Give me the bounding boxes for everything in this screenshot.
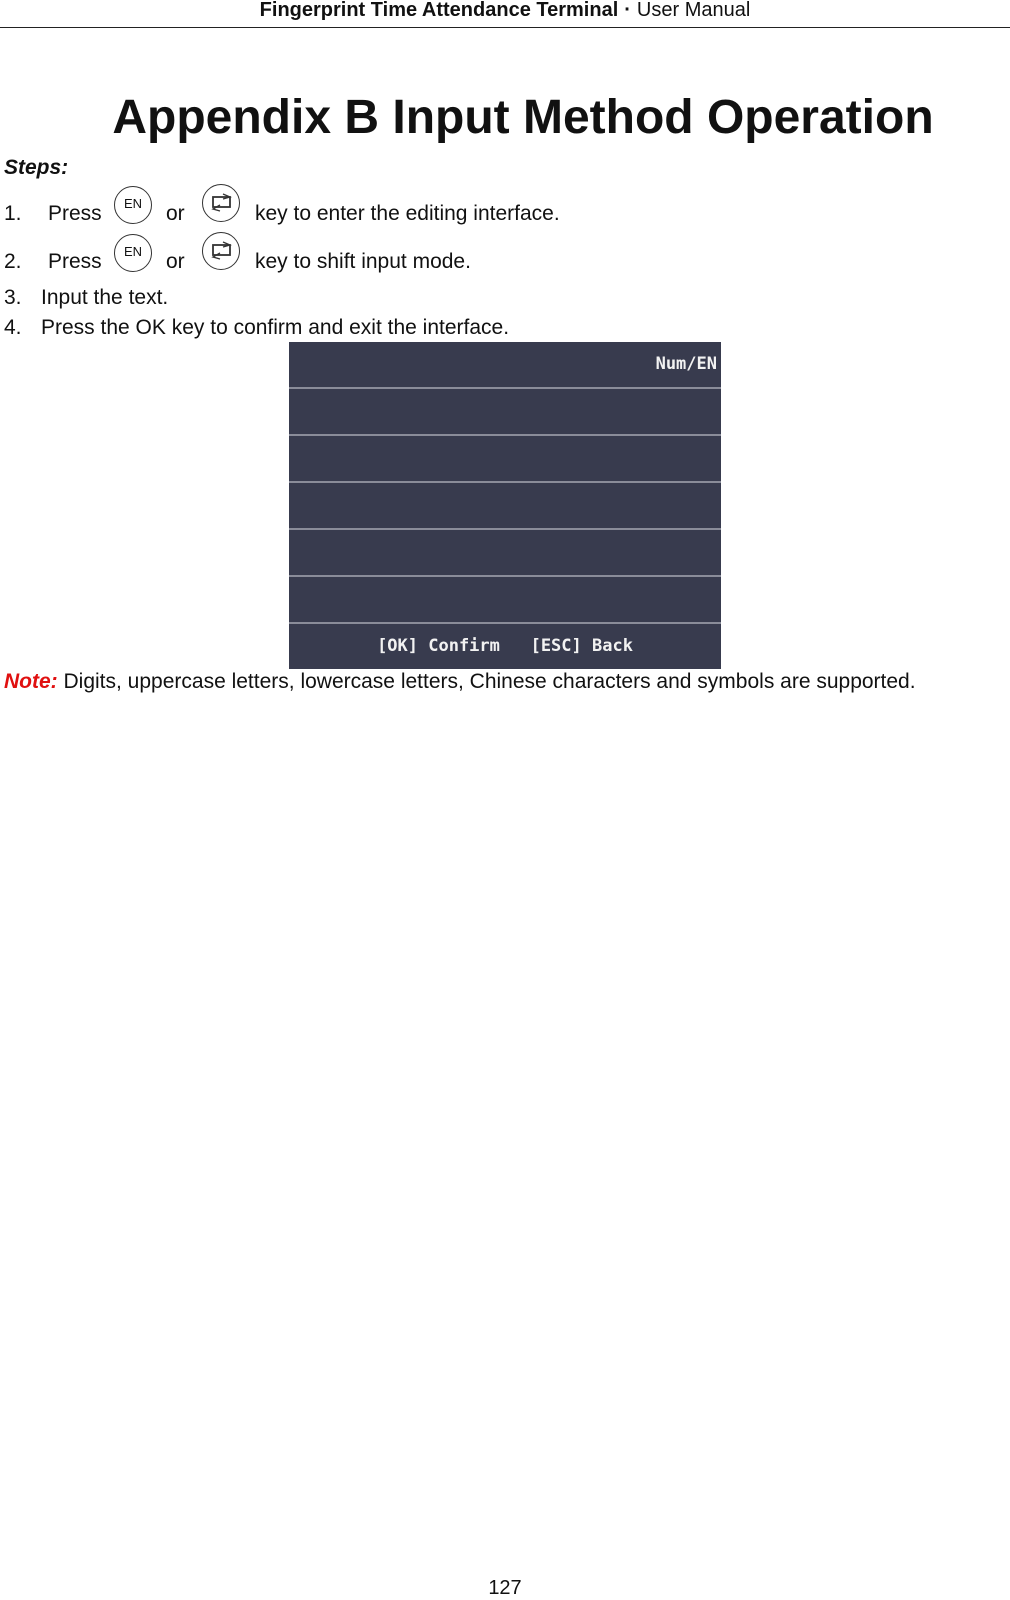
- page-title: Appendix B Input Method Operation: [112, 91, 934, 144]
- step-2-or: or: [166, 250, 185, 273]
- step-text-pre: Press: [48, 202, 102, 225]
- step-number: 3.: [4, 286, 22, 309]
- header-section: User Manual: [636, 0, 751, 21]
- screen-footer-hint: [OK] Confirm [ESC] Back: [377, 636, 633, 656]
- switch-key-icon: [202, 184, 240, 222]
- screen-input-row: [289, 530, 721, 577]
- step-4: 4. Press the OK key to confirm and exit t…: [4, 316, 509, 340]
- header-doc-title: Fingerprint Time Attendance Terminal: [259, 0, 619, 21]
- step-2: 2. Press: [4, 250, 102, 274]
- step-1-or: or: [166, 202, 185, 225]
- note: Note: Digits, uppercase letters, lowerca…: [4, 670, 916, 694]
- step-number: 4.: [4, 316, 22, 339]
- screen-input-row: [289, 436, 721, 483]
- step-text: Input the text.: [41, 286, 169, 309]
- note-label: Note:: [4, 670, 58, 693]
- header-separator: ·: [624, 0, 631, 21]
- switch-key-icon: [202, 232, 240, 270]
- screen-header-row: Num/EN: [289, 342, 721, 389]
- page-header: Fingerprint Time Attendance Terminal · Use…: [0, 0, 1010, 28]
- en-key-label: EN: [123, 244, 143, 259]
- step-1: 1. Press: [4, 202, 102, 226]
- step-3: 3. Input the text.: [4, 286, 168, 310]
- note-text: Digits, uppercase letters, lowercase let…: [57, 670, 916, 693]
- step-text-pre: Press: [48, 250, 102, 273]
- screen-input-row: [289, 389, 721, 436]
- en-key-icon: EN: [114, 186, 152, 224]
- device-screen-image: Num/EN [OK] Confirm [ESC] Back: [289, 342, 721, 669]
- step-number: 1.: [4, 202, 22, 225]
- page-number: 127: [488, 1577, 522, 1599]
- step-number: 2.: [4, 250, 22, 273]
- en-key-icon: EN: [114, 234, 152, 272]
- step-1-text-post: key to enter the editing interface.: [255, 202, 560, 225]
- steps-label: Steps:: [4, 156, 69, 179]
- screen-input-row: [289, 577, 721, 624]
- step-text: Press the OK key to confirm and exit the…: [41, 316, 510, 339]
- screen-input-row: [289, 483, 721, 530]
- en-key-label: EN: [123, 196, 143, 211]
- step-2-text-post: key to shift input mode.: [255, 250, 471, 273]
- input-mode-indicator: Num/EN: [655, 354, 717, 374]
